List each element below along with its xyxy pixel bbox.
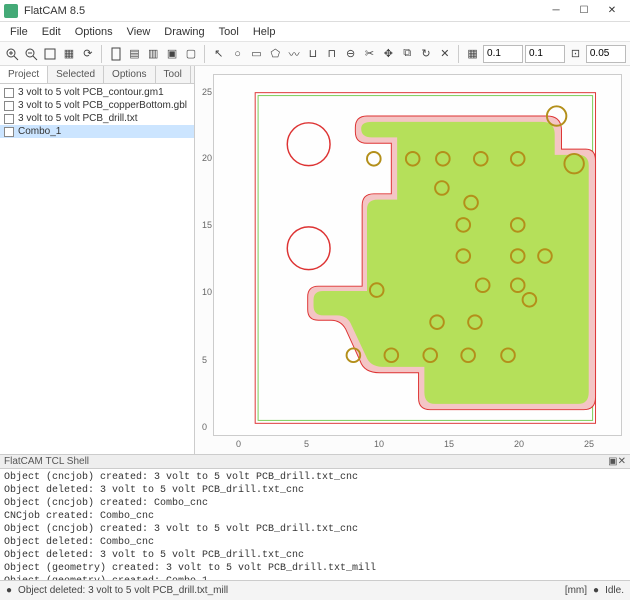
status-bullet-icon: ● bbox=[593, 585, 599, 596]
menu-file[interactable]: File bbox=[4, 24, 34, 40]
grid-icon[interactable]: ▦ bbox=[464, 45, 481, 63]
zoom-fit-icon[interactable] bbox=[42, 45, 59, 63]
delete-icon[interactable]: ▢ bbox=[183, 45, 200, 63]
status-units: [mm] bbox=[565, 585, 587, 596]
gridx-input[interactable] bbox=[483, 45, 523, 63]
status-bullet-icon: ● bbox=[6, 585, 12, 596]
clear-plot-icon[interactable]: ▦ bbox=[61, 45, 78, 63]
snap-icon[interactable]: ⊡ bbox=[567, 45, 584, 63]
axis-x-label: 25 bbox=[584, 439, 594, 449]
app-title: FlatCAM 8.5 bbox=[24, 5, 85, 17]
open-excellon-icon[interactable]: ▥ bbox=[145, 45, 162, 63]
axis-x-label: 5 bbox=[304, 439, 309, 449]
zoom-in-icon[interactable] bbox=[4, 45, 21, 63]
snap-input[interactable] bbox=[586, 45, 626, 63]
maximize-button[interactable]: ☐ bbox=[570, 0, 598, 22]
tab-project[interactable]: Project bbox=[0, 66, 48, 83]
shell-line: CNCjob created: Combo_cnc bbox=[4, 510, 626, 523]
menu-options[interactable]: Options bbox=[69, 24, 119, 40]
intersect-icon[interactable]: ⊓ bbox=[323, 45, 340, 63]
zoom-out-icon[interactable] bbox=[23, 45, 40, 63]
pcb-plot bbox=[226, 81, 615, 451]
shell-line: Object (cncjob) created: 3 volt to 5 vol… bbox=[4, 523, 626, 536]
tab-options[interactable]: Options bbox=[104, 66, 155, 83]
axis-y-label: 20 bbox=[202, 153, 212, 163]
shell-float-icon[interactable]: ▣ bbox=[608, 456, 617, 467]
rect-icon[interactable]: ▭ bbox=[248, 45, 265, 63]
open-gcode-icon[interactable]: ▣ bbox=[164, 45, 181, 63]
shell-title: FlatCAM TCL Shell bbox=[4, 456, 89, 467]
circle-icon[interactable]: ○ bbox=[229, 45, 246, 63]
shell-line: Object (geometry) created: Combo_1 bbox=[4, 575, 626, 580]
app-icon bbox=[4, 4, 18, 18]
canvas-area: 25 20 15 10 5 0 0 5 10 15 20 25 bbox=[195, 66, 630, 454]
cut-icon[interactable]: ✂ bbox=[361, 45, 378, 63]
tcl-shell-panel: FlatCAM TCL Shell ▣ ✕ Object (cncjob) cr… bbox=[0, 454, 630, 580]
shell-close-icon[interactable]: ✕ bbox=[618, 456, 626, 467]
toolbar: ▦ ⟳ ▤ ▥ ▣ ▢ ↖ ○ ▭ ⬠ 〰 ⊔ ⊓ ⊖ ✂ ✥ ⧉ ↻ ✕ ▦ … bbox=[0, 42, 630, 66]
plot-canvas[interactable]: 25 20 15 10 5 0 0 5 10 15 20 25 bbox=[213, 74, 622, 436]
shell-line: Object (geometry) created: 3 volt to 5 v… bbox=[4, 562, 626, 575]
project-tree: 3 volt to 5 volt PCB_contour.gm1 3 volt t… bbox=[0, 84, 194, 454]
open-gerber-icon[interactable]: ▤ bbox=[126, 45, 143, 63]
axis-y-label: 10 bbox=[202, 287, 212, 297]
statusbar: ● Object deleted: 3 volt to 5 volt PCB_d… bbox=[0, 580, 630, 600]
close-button[interactable]: ✕ bbox=[598, 0, 626, 22]
tab-tool[interactable]: Tool bbox=[156, 66, 191, 83]
file-icon bbox=[4, 88, 14, 98]
menubar: File Edit Options View Drawing Tool Help bbox=[0, 22, 630, 42]
sidebar-tabs: Project Selected Options Tool bbox=[0, 66, 194, 84]
polygon-icon[interactable]: ⬠ bbox=[267, 45, 284, 63]
shell-line: Object deleted: 3 volt to 5 volt PCB_dri… bbox=[4, 549, 626, 562]
tree-item-label: Combo_1 bbox=[18, 126, 61, 137]
copy-icon[interactable]: ⧉ bbox=[399, 45, 416, 63]
shell-line: Object (cncjob) created: 3 volt to 5 vol… bbox=[4, 471, 626, 484]
tree-item[interactable]: Combo_1 bbox=[0, 125, 194, 138]
axis-y-label: 5 bbox=[202, 355, 207, 365]
axis-x-label: 10 bbox=[374, 439, 384, 449]
axis-x-label: 20 bbox=[514, 439, 524, 449]
tree-item[interactable]: 3 volt to 5 volt PCB_copperBottom.gbl bbox=[0, 99, 194, 112]
menu-help[interactable]: Help bbox=[247, 24, 282, 40]
file-icon bbox=[4, 127, 14, 137]
union-icon[interactable]: ⊔ bbox=[305, 45, 322, 63]
tree-item[interactable]: 3 volt to 5 volt PCB_drill.txt bbox=[0, 112, 194, 125]
titlebar: FlatCAM 8.5 ─ ☐ ✕ bbox=[0, 0, 630, 22]
status-state: Idle. bbox=[605, 585, 624, 596]
tree-item-label: 3 volt to 5 volt PCB_contour.gm1 bbox=[18, 87, 164, 98]
menu-tool[interactable]: Tool bbox=[213, 24, 245, 40]
menu-drawing[interactable]: Drawing bbox=[158, 24, 210, 40]
shell-line: Object deleted: Combo_cnc bbox=[4, 536, 626, 549]
tree-item[interactable]: 3 volt to 5 volt PCB_contour.gm1 bbox=[0, 86, 194, 99]
file-icon bbox=[4, 101, 14, 111]
move-icon[interactable]: ✥ bbox=[380, 45, 397, 63]
pointer-icon[interactable]: ↖ bbox=[210, 45, 227, 63]
gridy-input[interactable] bbox=[525, 45, 565, 63]
subtract-icon[interactable]: ⊖ bbox=[342, 45, 359, 63]
file-icon bbox=[4, 114, 14, 124]
menu-view[interactable]: View bbox=[121, 24, 157, 40]
status-message: Object deleted: 3 volt to 5 volt PCB_dri… bbox=[18, 585, 228, 596]
path-icon[interactable]: 〰 bbox=[286, 45, 303, 63]
shell-line: Object deleted: 3 volt to 5 volt PCB_dri… bbox=[4, 484, 626, 497]
axis-y-label: 25 bbox=[202, 87, 212, 97]
tree-item-label: 3 volt to 5 volt PCB_copperBottom.gbl bbox=[18, 100, 187, 111]
axis-y-label: 15 bbox=[202, 220, 212, 230]
rotate-icon[interactable]: ↻ bbox=[418, 45, 435, 63]
sidebar: Project Selected Options Tool 3 volt to … bbox=[0, 66, 195, 454]
minimize-button[interactable]: ─ bbox=[542, 0, 570, 22]
cancel-icon[interactable]: ✕ bbox=[436, 45, 453, 63]
new-icon[interactable] bbox=[107, 45, 124, 63]
menu-edit[interactable]: Edit bbox=[36, 24, 67, 40]
shell-output[interactable]: Object (cncjob) created: 3 volt to 5 vol… bbox=[0, 469, 630, 580]
replot-icon[interactable]: ⟳ bbox=[79, 45, 96, 63]
tree-item-label: 3 volt to 5 volt PCB_drill.txt bbox=[18, 113, 138, 124]
shell-line: Object (cncjob) created: Combo_cnc bbox=[4, 497, 626, 510]
axis-x-label: 0 bbox=[236, 439, 241, 449]
axis-x-label: 15 bbox=[444, 439, 454, 449]
axis-y-label: 0 bbox=[202, 422, 207, 432]
tab-selected[interactable]: Selected bbox=[48, 66, 104, 83]
